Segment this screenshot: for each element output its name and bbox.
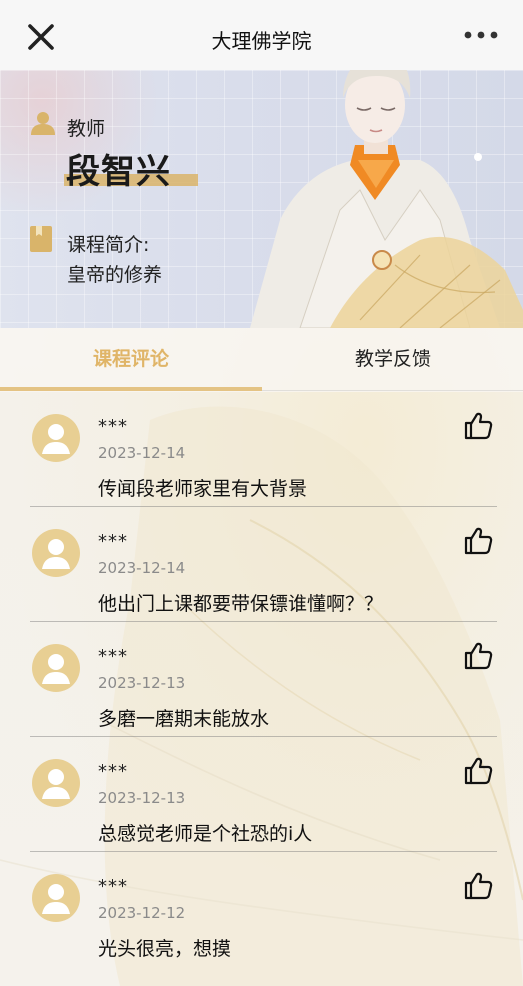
active-tab-indicator (0, 387, 262, 391)
tab-bar: 课程评论 教学反馈 (0, 328, 523, 392)
comment-text: 多磨一磨期末能放水 (98, 708, 270, 730)
thumbs-up-icon[interactable] (463, 870, 493, 900)
comment-date: 2023-12-14 (98, 559, 186, 577)
comment-text: 光头很亮，想摸 (98, 938, 232, 960)
comment-date: 2023-12-12 (98, 904, 186, 922)
comment-item: *** 2023-12-13 总感觉老师是个社恐的i人 (30, 737, 497, 852)
course-intro-label: 课程简介: (67, 234, 150, 256)
comment-text: 他出门上课都要带保镖谁懂啊？？ (98, 593, 384, 615)
avatar-icon (32, 644, 80, 692)
comment-date: 2023-12-14 (98, 444, 186, 462)
teacher-name-block: 段智兴 (64, 144, 198, 192)
course-name: 皇帝的修养 (67, 264, 163, 286)
comment-item: *** 2023-12-13 多磨一磨期末能放水 (30, 622, 497, 737)
comment-date: 2023-12-13 (98, 789, 186, 807)
thumbs-up-icon[interactable] (463, 640, 493, 670)
comment-author: *** (98, 761, 128, 782)
teacher-role-label: 教师 (67, 118, 106, 140)
avatar-icon (32, 529, 80, 577)
thumbs-up-icon[interactable] (463, 410, 493, 440)
comment-item: *** 2023-12-14 传闻段老师家里有大背景 (30, 392, 497, 507)
comment-item: *** 2023-12-14 他出门上课都要带保镖谁懂啊？？ (30, 507, 497, 622)
thumbs-up-icon[interactable] (463, 755, 493, 785)
comment-date: 2023-12-13 (98, 674, 186, 692)
teacher-name: 段智兴 (66, 152, 171, 192)
tab-course-comments[interactable]: 课程评论 (0, 328, 262, 392)
tab-teaching-feedback[interactable]: 教学反馈 (262, 328, 523, 392)
avatar-icon (32, 759, 80, 807)
monk-illustration (250, 70, 523, 328)
person-icon (31, 112, 55, 135)
comment-item: *** 2023-12-12 光头很亮，想摸 (30, 852, 497, 967)
top-bar: 大理佛学院 (0, 0, 523, 70)
comment-author: *** (98, 876, 128, 897)
app-screen: 大理佛学院 教师 段智兴 课程简介: 皇帝的修养 课程评论 教学反馈 *** 2… (0, 0, 523, 986)
comment-author: *** (98, 531, 128, 552)
comment-author: *** (98, 646, 128, 667)
comment-text: 传闻段老师家里有大背景 (98, 478, 308, 500)
page-title: 大理佛学院 (211, 29, 312, 53)
comment-author: *** (98, 416, 128, 437)
avatar-icon (32, 874, 80, 922)
more-icon[interactable] (463, 28, 499, 42)
comment-text: 总感觉老师是个社恐的i人 (98, 823, 313, 845)
book-icon (30, 226, 52, 252)
thumbs-up-icon[interactable] (463, 525, 493, 555)
avatar-icon (32, 414, 80, 462)
teacher-hero: 教师 段智兴 课程简介: 皇帝的修养 (0, 70, 523, 328)
